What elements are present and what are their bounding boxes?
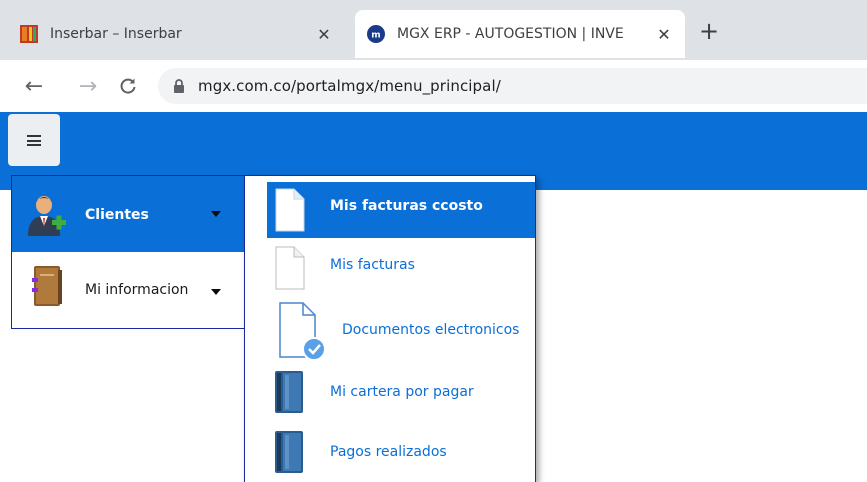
document-icon (275, 246, 305, 290)
menu-item-label: Clientes (85, 207, 149, 223)
book-icon (32, 266, 62, 306)
chevron-down-icon (211, 211, 221, 217)
menu-item-mi-informacion[interactable]: Mi informacion (12, 253, 244, 329)
browser-tab-mgx[interactable]: m MGX ERP - AUTOGESTION | INVE ✕ (355, 10, 685, 58)
address-bar[interactable]: mgx.com.co/portalmgx/menu_principal/ (158, 68, 867, 104)
user-add-icon (28, 196, 66, 236)
document-check-icon (279, 302, 326, 361)
submenu-item-documentos-electronicos[interactable]: Documentos electronicos (267, 298, 535, 364)
browser-toolbar: ← → mgx.com.co/portalmgx/menu_principal/ (0, 60, 867, 112)
main-menu: Clientes Mi informacion (11, 175, 245, 329)
submenu-item-pagos-realizados[interactable]: Pagos realizados (267, 424, 535, 480)
submenu-clientes: Mis facturas ccosto Mis facturas Documen… (244, 175, 536, 482)
reload-glyph-icon (120, 78, 136, 94)
hamburger-icon (27, 134, 41, 146)
ledger-icon (275, 371, 303, 413)
submenu-item-label: Documentos electronicos (342, 322, 520, 338)
forward-arrow-icon[interactable]: → (74, 72, 102, 100)
url-text: mgx.com.co/portalmgx/menu_principal/ (198, 77, 501, 95)
submenu-item-label: Mis facturas ccosto (330, 198, 483, 214)
submenu-item-mis-facturas[interactable]: Mis facturas (267, 238, 535, 294)
document-icon (275, 188, 305, 232)
inserbar-favicon-icon (20, 25, 38, 43)
menu-item-label: Mi informacion (85, 282, 189, 298)
submenu-item-label: Mi cartera por pagar (330, 384, 474, 400)
submenu-item-label: Mis facturas (330, 257, 415, 273)
svg-text:m: m (371, 31, 380, 41)
chevron-down-icon (211, 289, 221, 295)
close-tab-icon[interactable]: ✕ (311, 21, 337, 47)
hamburger-menu-button[interactable] (8, 114, 60, 166)
mgx-favicon-icon: m (367, 25, 385, 43)
browser-tab-strip: Inserbar – Inserbar ✕ m MGX ERP - AUTOGE… (0, 0, 867, 60)
new-tab-button[interactable]: + (694, 16, 724, 46)
submenu-item-mis-facturas-ccosto[interactable]: Mis facturas ccosto (267, 182, 535, 238)
tab-title: MGX ERP - AUTOGESTION | INVE (397, 26, 624, 42)
submenu-item-mi-cartera-por-pagar[interactable]: Mi cartera por pagar (267, 364, 535, 420)
browser-tab-inserbar[interactable]: Inserbar – Inserbar ✕ (20, 10, 345, 58)
tab-title: Inserbar – Inserbar (50, 26, 182, 42)
back-arrow-icon[interactable]: ← (20, 72, 48, 100)
submenu-item-label: Pagos realizados (330, 444, 447, 460)
close-tab-icon[interactable]: ✕ (651, 21, 677, 47)
lock-icon (174, 79, 184, 93)
reload-icon[interactable] (114, 72, 142, 100)
ledger-icon (275, 431, 303, 473)
menu-item-clientes[interactable]: Clientes (12, 176, 244, 252)
